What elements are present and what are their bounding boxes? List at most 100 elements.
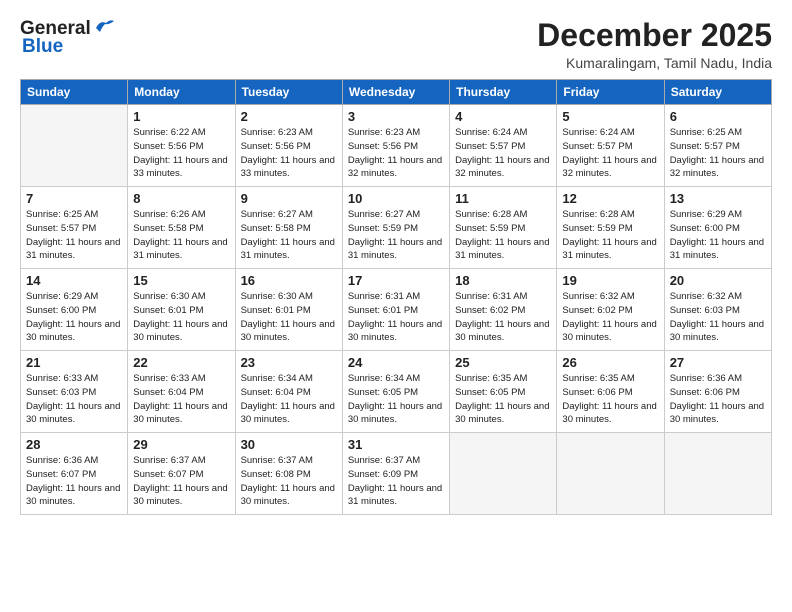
day-info: Sunrise: 6:25 AM Sunset: 5:57 PM Dayligh…: [26, 208, 122, 263]
calendar-week-row: 21 Sunrise: 6:33 AM Sunset: 6:03 PM Dayli…: [21, 351, 772, 433]
day-info: Sunrise: 6:30 AM Sunset: 6:01 PM Dayligh…: [241, 290, 337, 345]
day-info: Sunrise: 6:35 AM Sunset: 6:06 PM Dayligh…: [562, 372, 658, 427]
calendar-cell: [664, 433, 771, 515]
day-number: 21: [26, 355, 122, 370]
day-info: Sunrise: 6:24 AM Sunset: 5:57 PM Dayligh…: [562, 126, 658, 181]
logo-bird-icon: [94, 18, 116, 36]
day-number: 7: [26, 191, 122, 206]
calendar-cell: 15 Sunrise: 6:30 AM Sunset: 6:01 PM Dayli…: [128, 269, 235, 351]
calendar-cell: 26 Sunrise: 6:35 AM Sunset: 6:06 PM Dayli…: [557, 351, 664, 433]
calendar-cell: 5 Sunrise: 6:24 AM Sunset: 5:57 PM Daylig…: [557, 105, 664, 187]
day-info: Sunrise: 6:27 AM Sunset: 5:58 PM Dayligh…: [241, 208, 337, 263]
day-info: Sunrise: 6:37 AM Sunset: 6:07 PM Dayligh…: [133, 454, 229, 509]
day-number: 6: [670, 109, 766, 124]
day-info: Sunrise: 6:25 AM Sunset: 5:57 PM Dayligh…: [670, 126, 766, 181]
calendar-cell: 16 Sunrise: 6:30 AM Sunset: 6:01 PM Dayli…: [235, 269, 342, 351]
day-info: Sunrise: 6:36 AM Sunset: 6:06 PM Dayligh…: [670, 372, 766, 427]
day-number: 28: [26, 437, 122, 452]
calendar-cell: 6 Sunrise: 6:25 AM Sunset: 5:57 PM Daylig…: [664, 105, 771, 187]
calendar-cell: 2Sunrise: 6:23 AM Sunset: 5:56 PM Daylig…: [235, 105, 342, 187]
day-info: Sunrise: 6:33 AM Sunset: 6:04 PM Dayligh…: [133, 372, 229, 427]
day-number: 29: [133, 437, 229, 452]
calendar-cell: 4 Sunrise: 6:24 AM Sunset: 5:57 PM Daylig…: [450, 105, 557, 187]
calendar-cell: 28Sunrise: 6:36 AM Sunset: 6:07 PM Dayli…: [21, 433, 128, 515]
calendar-weekday-tuesday: Tuesday: [235, 80, 342, 105]
day-number: 3: [348, 109, 444, 124]
day-number: 1: [133, 109, 229, 124]
calendar-weekday-monday: Monday: [128, 80, 235, 105]
calendar-cell: 21 Sunrise: 6:33 AM Sunset: 6:03 PM Dayli…: [21, 351, 128, 433]
day-info: Sunrise: 6:28 AM Sunset: 5:59 PM Dayligh…: [455, 208, 551, 263]
title-block: December 2025 Kumaralingam, Tamil Nadu, …: [537, 18, 772, 71]
calendar-week-row: 14 Sunrise: 6:29 AM Sunset: 6:00 PM Dayli…: [21, 269, 772, 351]
day-number: 26: [562, 355, 658, 370]
location: Kumaralingam, Tamil Nadu, India: [537, 55, 772, 71]
day-info: Sunrise: 6:32 AM Sunset: 6:03 PM Dayligh…: [670, 290, 766, 345]
calendar-weekday-sunday: Sunday: [21, 80, 128, 105]
calendar-week-row: 7 Sunrise: 6:25 AM Sunset: 5:57 PM Daylig…: [21, 187, 772, 269]
calendar-week-row: 1Sunrise: 6:22 AM Sunset: 5:56 PM Daylig…: [21, 105, 772, 187]
calendar-cell: 11Sunrise: 6:28 AM Sunset: 5:59 PM Dayli…: [450, 187, 557, 269]
day-info: Sunrise: 6:31 AM Sunset: 6:01 PM Dayligh…: [348, 290, 444, 345]
day-number: 24: [348, 355, 444, 370]
calendar-weekday-thursday: Thursday: [450, 80, 557, 105]
calendar-cell: 19Sunrise: 6:32 AM Sunset: 6:02 PM Dayli…: [557, 269, 664, 351]
day-number: 31: [348, 437, 444, 452]
calendar-cell: [21, 105, 128, 187]
calendar-cell: 23Sunrise: 6:34 AM Sunset: 6:04 PM Dayli…: [235, 351, 342, 433]
day-info: Sunrise: 6:29 AM Sunset: 6:00 PM Dayligh…: [670, 208, 766, 263]
day-info: Sunrise: 6:34 AM Sunset: 6:05 PM Dayligh…: [348, 372, 444, 427]
day-number: 23: [241, 355, 337, 370]
calendar-cell: 10 Sunrise: 6:27 AM Sunset: 5:59 PM Dayli…: [342, 187, 449, 269]
header: General Blue December 2025 Kumaralingam,…: [20, 18, 772, 71]
calendar-weekday-wednesday: Wednesday: [342, 80, 449, 105]
day-info: Sunrise: 6:35 AM Sunset: 6:05 PM Dayligh…: [455, 372, 551, 427]
calendar-cell: 3 Sunrise: 6:23 AM Sunset: 5:56 PM Daylig…: [342, 105, 449, 187]
calendar-weekday-saturday: Saturday: [664, 80, 771, 105]
day-info: Sunrise: 6:23 AM Sunset: 5:56 PM Dayligh…: [348, 126, 444, 181]
day-number: 20: [670, 273, 766, 288]
day-number: 12: [562, 191, 658, 206]
day-info: Sunrise: 6:24 AM Sunset: 5:57 PM Dayligh…: [455, 126, 551, 181]
day-number: 10: [348, 191, 444, 206]
calendar-cell: 30Sunrise: 6:37 AM Sunset: 6:08 PM Dayli…: [235, 433, 342, 515]
day-info: Sunrise: 6:27 AM Sunset: 5:59 PM Dayligh…: [348, 208, 444, 263]
day-info: Sunrise: 6:29 AM Sunset: 6:00 PM Dayligh…: [26, 290, 122, 345]
calendar-cell: 1Sunrise: 6:22 AM Sunset: 5:56 PM Daylig…: [128, 105, 235, 187]
day-info: Sunrise: 6:28 AM Sunset: 5:59 PM Dayligh…: [562, 208, 658, 263]
calendar-cell: [557, 433, 664, 515]
logo-blue: Blue: [22, 36, 63, 58]
calendar-cell: 14 Sunrise: 6:29 AM Sunset: 6:00 PM Dayli…: [21, 269, 128, 351]
day-info: Sunrise: 6:31 AM Sunset: 6:02 PM Dayligh…: [455, 290, 551, 345]
day-number: 30: [241, 437, 337, 452]
day-number: 2: [241, 109, 337, 124]
page: General Blue December 2025 Kumaralingam,…: [0, 0, 792, 612]
day-number: 15: [133, 273, 229, 288]
calendar-cell: 25 Sunrise: 6:35 AM Sunset: 6:05 PM Dayli…: [450, 351, 557, 433]
calendar-cell: 22 Sunrise: 6:33 AM Sunset: 6:04 PM Dayli…: [128, 351, 235, 433]
day-number: 14: [26, 273, 122, 288]
day-number: 27: [670, 355, 766, 370]
day-number: 17: [348, 273, 444, 288]
calendar-cell: 17 Sunrise: 6:31 AM Sunset: 6:01 PM Dayli…: [342, 269, 449, 351]
day-number: 9: [241, 191, 337, 206]
calendar-cell: 12 Sunrise: 6:28 AM Sunset: 5:59 PM Dayli…: [557, 187, 664, 269]
calendar-cell: 7 Sunrise: 6:25 AM Sunset: 5:57 PM Daylig…: [21, 187, 128, 269]
day-number: 8: [133, 191, 229, 206]
day-number: 5: [562, 109, 658, 124]
logo: General Blue: [20, 18, 116, 58]
day-info: Sunrise: 6:37 AM Sunset: 6:09 PM Dayligh…: [348, 454, 444, 509]
calendar-cell: 20 Sunrise: 6:32 AM Sunset: 6:03 PM Dayli…: [664, 269, 771, 351]
calendar-cell: 29 Sunrise: 6:37 AM Sunset: 6:07 PM Dayli…: [128, 433, 235, 515]
day-number: 25: [455, 355, 551, 370]
day-number: 22: [133, 355, 229, 370]
day-info: Sunrise: 6:30 AM Sunset: 6:01 PM Dayligh…: [133, 290, 229, 345]
month-title: December 2025: [537, 18, 772, 53]
calendar: SundayMondayTuesdayWednesdayThursdayFrid…: [20, 79, 772, 515]
day-number: 16: [241, 273, 337, 288]
day-number: 4: [455, 109, 551, 124]
day-number: 19: [562, 273, 658, 288]
calendar-cell: 31 Sunrise: 6:37 AM Sunset: 6:09 PM Dayli…: [342, 433, 449, 515]
day-info: Sunrise: 6:33 AM Sunset: 6:03 PM Dayligh…: [26, 372, 122, 427]
calendar-cell: 8Sunrise: 6:26 AM Sunset: 5:58 PM Daylig…: [128, 187, 235, 269]
